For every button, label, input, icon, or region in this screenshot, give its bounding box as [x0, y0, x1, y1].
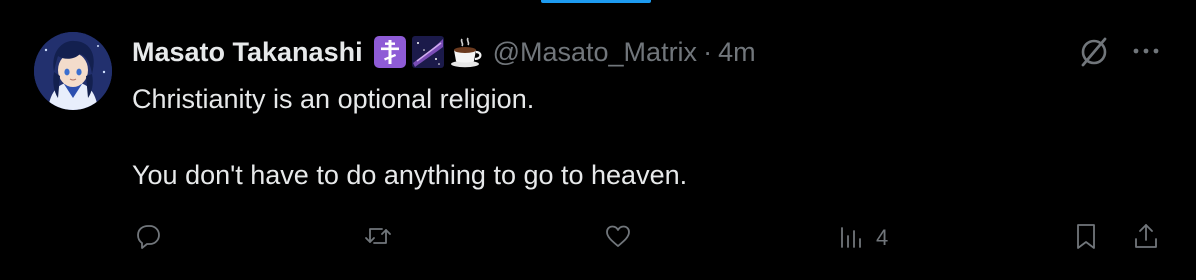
author-name[interactable]: Masato Takanashi: [132, 37, 363, 68]
share-button[interactable]: [1130, 218, 1162, 258]
separator-dot: ·: [703, 36, 713, 67]
author-handle[interactable]: @Masato_Matrix: [493, 37, 697, 68]
analytics-icon: [836, 220, 868, 257]
tweet-actions: 4: [0, 218, 1196, 258]
bookmark-icon: [1070, 220, 1102, 257]
grok-icon[interactable]: [1074, 32, 1114, 72]
tweet-text: Christianity is an optional religion. Yo…: [132, 80, 1152, 194]
milky-way-icon: [411, 35, 445, 69]
bookmark-button[interactable]: [1070, 218, 1102, 258]
name-emojis: [373, 35, 483, 69]
timestamp[interactable]: 4m: [718, 37, 756, 68]
tweet-text-line: You don't have to do anything to go to h…: [132, 160, 688, 190]
tweet-header: Masato Takanashi @Masato_Matrix · 4m: [132, 32, 756, 72]
heart-icon: [602, 220, 634, 257]
tweet[interactable]: Masato Takanashi @Masato_Matrix · 4m Chr…: [0, 0, 1196, 280]
reply-icon: [132, 220, 164, 257]
hot-beverage-icon: [449, 35, 483, 69]
avatar[interactable]: [34, 32, 112, 110]
like-button[interactable]: [602, 218, 642, 258]
repost-icon: [362, 220, 394, 257]
views-button[interactable]: 4: [836, 218, 888, 258]
repost-button[interactable]: [362, 218, 402, 258]
more-options-icon[interactable]: [1128, 36, 1164, 66]
views-count: 4: [876, 225, 889, 250]
reply-button[interactable]: [132, 218, 172, 258]
share-icon: [1130, 220, 1162, 257]
tweet-text-line: Christianity is an optional religion.: [132, 84, 535, 114]
orthodox-cross-icon: [373, 35, 407, 69]
